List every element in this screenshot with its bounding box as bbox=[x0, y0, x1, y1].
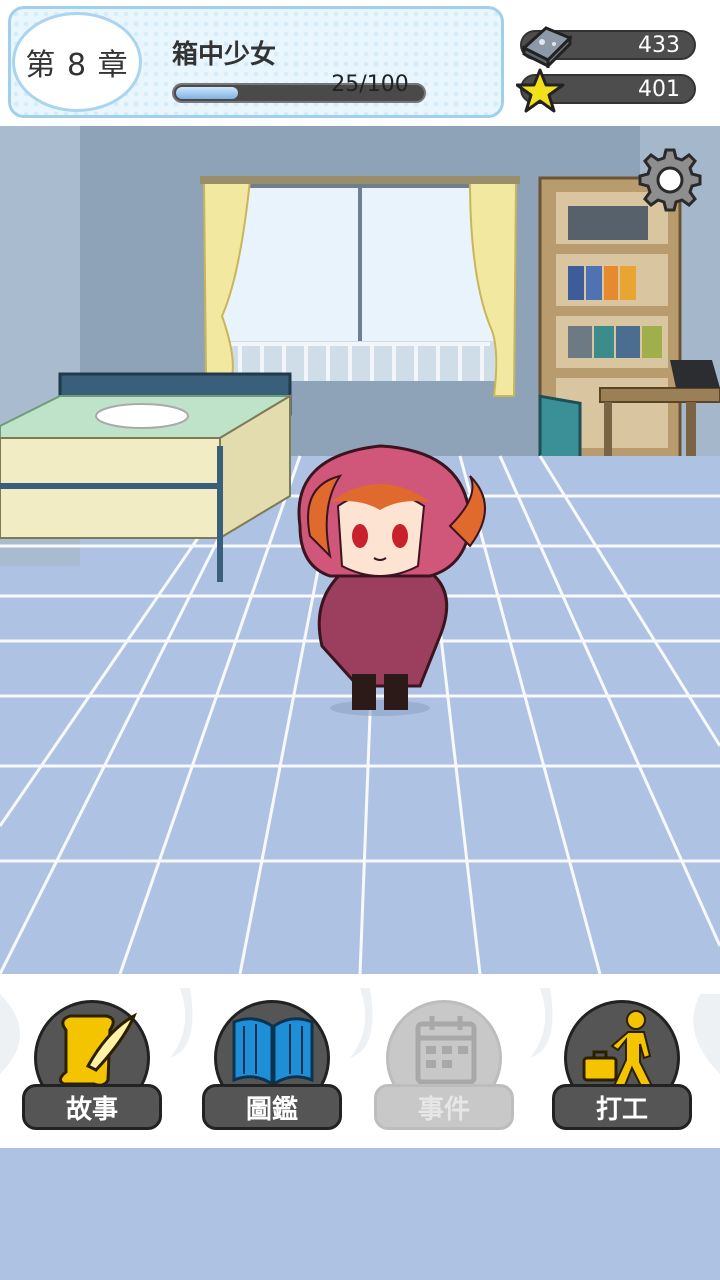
progress-text: 25/100 bbox=[331, 72, 409, 97]
scroll-quill-icon bbox=[59, 1012, 138, 1087]
encyclopedia-button[interactable]: 圖鑑 bbox=[202, 1000, 342, 1132]
settings-gear-icon[interactable] bbox=[636, 146, 704, 214]
star-icon bbox=[516, 68, 565, 113]
chapter-title: 箱中少女 bbox=[172, 40, 277, 70]
star-count: 401 bbox=[638, 77, 680, 102]
part-time-job-button-label: 打工 bbox=[552, 1084, 692, 1130]
calendar-icon bbox=[415, 1016, 477, 1085]
tile-counter: 433 bbox=[520, 26, 696, 68]
part-time-job-button[interactable]: 打工 bbox=[552, 1000, 692, 1132]
open-book-icon bbox=[232, 1017, 314, 1087]
chapter-badge: 第 8 章 bbox=[12, 12, 142, 112]
progress-fill bbox=[176, 87, 238, 99]
event-button-label: 事件 bbox=[374, 1084, 514, 1130]
walking-worker-icon bbox=[582, 1010, 654, 1090]
event-button[interactable]: 事件 bbox=[374, 1000, 514, 1132]
footer-strip bbox=[0, 1148, 720, 1280]
story-button[interactable]: 故事 bbox=[22, 1000, 162, 1132]
encyclopedia-button-label: 圖鑑 bbox=[202, 1084, 342, 1130]
tile-count: 433 bbox=[638, 33, 680, 58]
top-hud: 第 8 章 箱中少女 25/100 433 401 bbox=[0, 0, 720, 126]
star-counter: 401 bbox=[516, 68, 696, 113]
room-scene bbox=[0, 126, 720, 974]
story-button-label: 故事 bbox=[22, 1084, 162, 1130]
tile-icon bbox=[521, 26, 573, 68]
room-background bbox=[0, 126, 720, 974]
